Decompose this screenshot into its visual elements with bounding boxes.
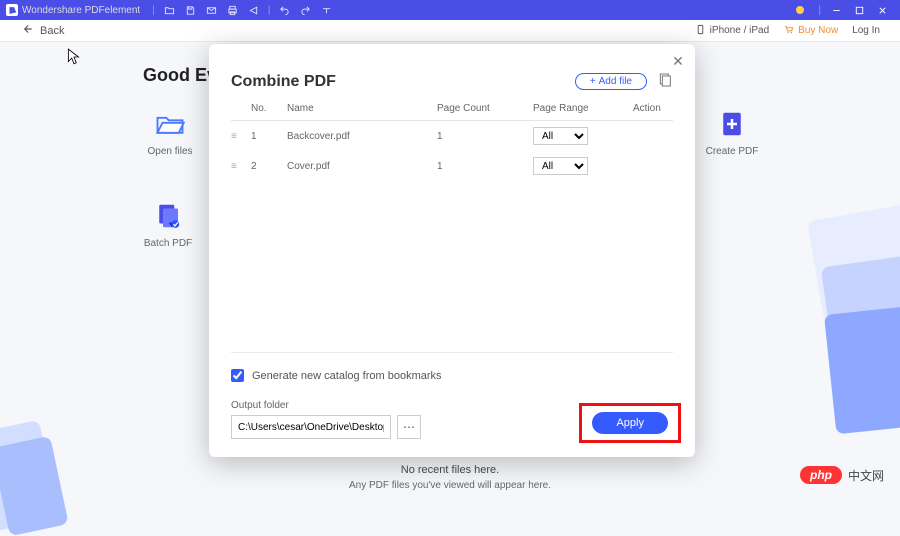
col-action: Action bbox=[633, 103, 673, 114]
open-icon[interactable] bbox=[164, 5, 175, 16]
row-no: 2 bbox=[251, 161, 287, 172]
output-folder-input[interactable] bbox=[231, 415, 391, 439]
page-range-select[interactable]: All bbox=[533, 157, 588, 175]
col-pagerange: Page Range bbox=[533, 103, 633, 114]
close-window-icon[interactable] bbox=[877, 5, 888, 16]
phone-icon bbox=[695, 24, 706, 38]
col-no: No. bbox=[251, 103, 287, 114]
generate-catalog-checkbox[interactable]: Generate new catalog from bookmarks bbox=[231, 352, 673, 382]
redo-icon[interactable] bbox=[300, 5, 311, 16]
apply-highlight: Apply bbox=[579, 403, 681, 443]
badge-text: 中文网 bbox=[848, 467, 884, 484]
table-row: ≡ 2 Cover.pdf 1 All bbox=[231, 151, 673, 181]
batch-pdf-tile[interactable]: Batch PDF bbox=[128, 200, 208, 249]
badge-pill: php bbox=[800, 466, 842, 484]
undo-icon[interactable] bbox=[279, 5, 290, 16]
back-label: Back bbox=[40, 25, 64, 37]
mail-icon[interactable] bbox=[206, 5, 217, 16]
row-name: Cover.pdf bbox=[287, 161, 437, 172]
minimize-icon[interactable] bbox=[831, 5, 842, 16]
col-pagecount: Page Count bbox=[437, 103, 533, 114]
create-pdf-tile[interactable]: Create PDF bbox=[692, 108, 772, 157]
open-files-label: Open files bbox=[130, 146, 210, 157]
drag-handle-icon[interactable]: ≡ bbox=[231, 161, 251, 172]
print-icon[interactable] bbox=[227, 5, 238, 16]
row-pagecount: 1 bbox=[437, 131, 533, 142]
drag-handle-icon[interactable]: ≡ bbox=[231, 131, 251, 142]
row-name: Backcover.pdf bbox=[287, 131, 437, 142]
back-button[interactable]: Back bbox=[20, 22, 64, 39]
no-recent-text: No recent files here. bbox=[0, 464, 900, 476]
login-link[interactable]: Log In bbox=[852, 25, 880, 36]
status-dot-icon bbox=[796, 6, 804, 14]
generate-catalog-input[interactable] bbox=[231, 369, 244, 382]
plus-icon: + bbox=[590, 76, 596, 87]
app-title: Wondershare PDFelement bbox=[22, 5, 140, 16]
share-icon[interactable] bbox=[248, 5, 259, 16]
table-row: ≡ 1 Backcover.pdf 1 All bbox=[231, 121, 673, 151]
row-no: 1 bbox=[251, 131, 287, 142]
page-range-select[interactable]: All bbox=[533, 127, 588, 145]
combine-pdf-dialog: ✕ Combine PDF + Add file No. Name Page C… bbox=[209, 44, 695, 457]
save-icon[interactable] bbox=[185, 5, 196, 16]
titlebar-separator-2: | bbox=[268, 5, 271, 16]
cart-icon bbox=[783, 24, 794, 38]
batch-pdf-label: Batch PDF bbox=[128, 238, 208, 249]
titlebar-separator-3: | bbox=[818, 5, 821, 16]
add-file-button[interactable]: + Add file bbox=[575, 73, 647, 90]
cursor-icon bbox=[67, 48, 81, 69]
subbar: Back iPhone / iPad Buy Now Log In bbox=[0, 20, 900, 42]
row-pagecount: 1 bbox=[437, 161, 533, 172]
dialog-title: Combine PDF bbox=[231, 73, 336, 91]
open-files-icon bbox=[130, 108, 210, 140]
arrow-left-icon bbox=[20, 22, 34, 39]
col-name: Name bbox=[287, 103, 437, 114]
batch-pdf-icon bbox=[128, 200, 208, 232]
maximize-icon[interactable] bbox=[854, 5, 865, 16]
open-files-tile[interactable]: Open files bbox=[130, 108, 210, 157]
titlebar: Wondershare PDFelement | | | bbox=[0, 0, 900, 20]
customize-icon[interactable] bbox=[321, 5, 332, 16]
table-header: No. Name Page Count Page Range Action bbox=[231, 97, 673, 121]
iphone-link[interactable]: iPhone / iPad bbox=[695, 24, 770, 38]
create-pdf-label: Create PDF bbox=[692, 146, 772, 157]
decoration bbox=[824, 306, 900, 435]
titlebar-separator: | bbox=[152, 5, 155, 16]
apply-button[interactable]: Apply bbox=[592, 412, 668, 434]
app-logo-icon bbox=[6, 4, 18, 16]
browse-folder-button[interactable]: ⋯ bbox=[397, 415, 421, 439]
recent-hint-text: Any PDF files you've viewed will appear … bbox=[0, 480, 900, 491]
watermark-badge: php 中文网 bbox=[800, 466, 884, 484]
create-pdf-icon bbox=[692, 108, 772, 140]
buy-now-link[interactable]: Buy Now bbox=[783, 24, 838, 38]
document-stack-icon[interactable] bbox=[657, 72, 673, 91]
close-dialog-button[interactable]: ✕ bbox=[671, 54, 685, 68]
file-table: ≡ 1 Backcover.pdf 1 All ≡ 2 Cover.pdf 1 … bbox=[231, 121, 673, 352]
